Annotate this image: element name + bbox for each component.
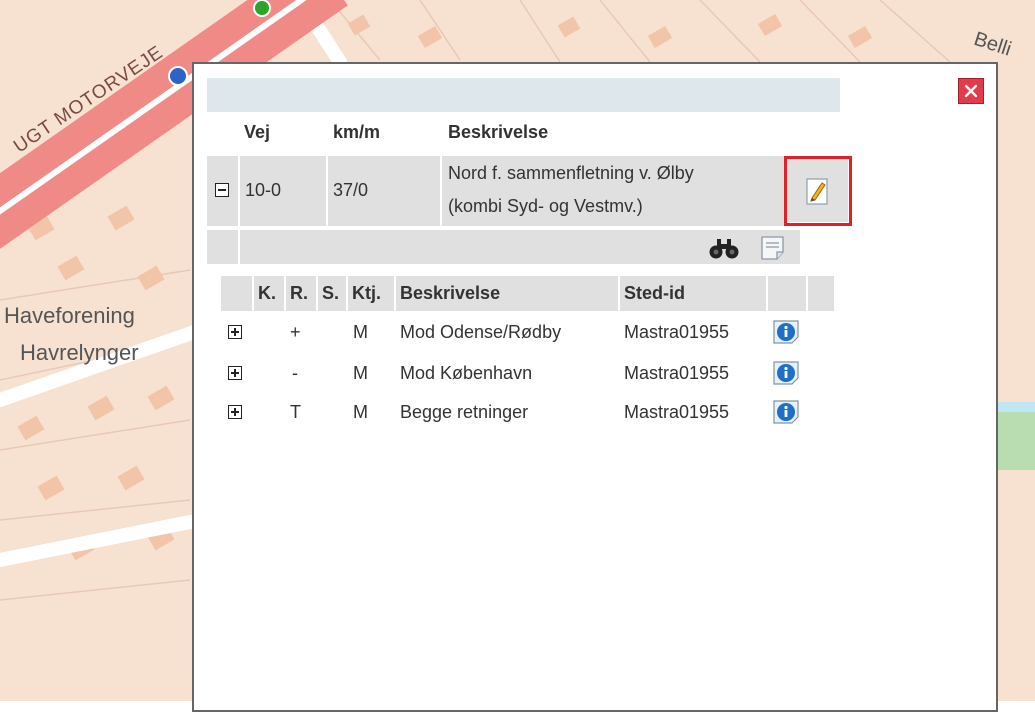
sub-row-description: Begge retninger	[400, 402, 529, 422]
notes-icon[interactable]	[759, 234, 787, 262]
collapse-icon[interactable]	[215, 183, 229, 197]
record-kmm: 37/0	[333, 180, 369, 200]
record-road: 10-0	[245, 180, 282, 200]
sub-header-sted-id-label: Sted-id	[624, 283, 685, 303]
sub-row-r: T	[290, 402, 301, 422]
toolbar-left-cell	[207, 230, 238, 264]
sub-row-r: +	[290, 322, 301, 342]
map-place-label: Havrelynger	[20, 340, 139, 365]
close-button[interactable]	[958, 78, 984, 104]
sub-row-ktj: M	[353, 363, 368, 383]
sub-row-sted-id: Mastra01955	[624, 322, 730, 342]
search-strip[interactable]	[207, 78, 840, 112]
sub-header-r: R.	[286, 276, 316, 311]
sub-header-ktj-label: Ktj.	[352, 283, 381, 303]
sub-row-sted-id: Mastra01955	[624, 363, 730, 383]
expand-icon[interactable]	[228, 366, 242, 380]
info-icon[interactable]	[772, 360, 802, 386]
sub-row-description: Mod Odense/Rødby	[400, 322, 562, 342]
info-icon[interactable]	[772, 399, 802, 425]
sub-header-s: S.	[318, 276, 346, 311]
edit-button[interactable]	[784, 156, 852, 226]
sub-header-blank	[768, 276, 806, 311]
sub-header-k-label: K.	[258, 283, 276, 303]
sub-header-r-label: R.	[290, 283, 308, 303]
binoculars-icon[interactable]	[708, 237, 740, 259]
column-header-description: Beskrivelse	[448, 122, 549, 142]
sub-header-ktj: Ktj.	[348, 276, 394, 311]
sub-row-ktj: M	[353, 322, 368, 342]
close-icon	[964, 84, 978, 98]
info-icon[interactable]	[772, 319, 802, 345]
sub-header-description-label: Beskrivelse	[400, 283, 501, 303]
sub-row-description: Mod København	[400, 363, 533, 383]
record-description: (kombi Syd- og Vestmv.)	[448, 196, 643, 216]
sub-row-r: -	[292, 363, 298, 383]
column-header-kmm: km/m	[333, 122, 381, 142]
sub-row-ktj: M	[353, 402, 368, 422]
sub-header-k: K.	[254, 276, 284, 311]
sub-header-blank	[808, 276, 834, 311]
expand-icon[interactable]	[228, 325, 242, 339]
sub-header-s-label: S.	[322, 283, 340, 303]
sub-row-sted-id: Mastra01955	[624, 402, 730, 422]
column-header-road: Vej	[244, 122, 271, 142]
expand-icon[interactable]	[228, 405, 242, 419]
map-place-label: Haveforening	[4, 303, 135, 328]
sub-header-sted-id: Sted-id	[620, 276, 766, 311]
edit-icon	[806, 178, 828, 205]
record-description: Nord f. sammenfletning v. Ølby	[448, 163, 694, 183]
sub-header-description: Beskrivelse	[396, 276, 618, 311]
sub-header-blank	[221, 276, 252, 311]
